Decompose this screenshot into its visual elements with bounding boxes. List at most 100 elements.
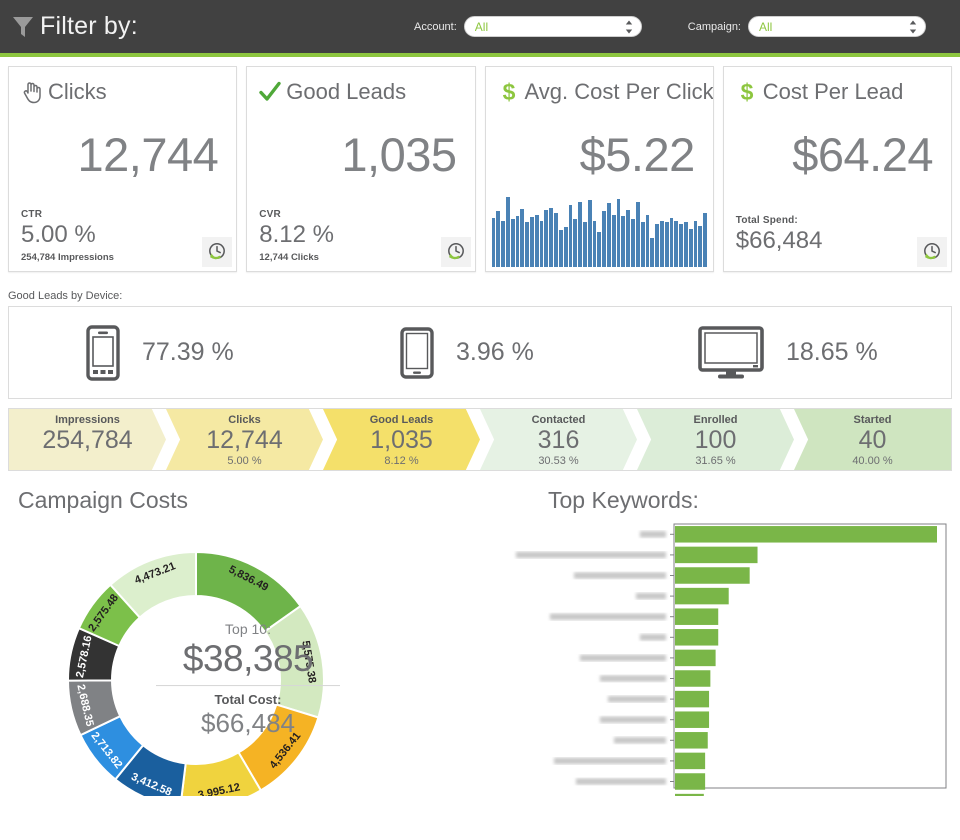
- sparkline-bar: [582, 222, 587, 267]
- keyword-label-redacted: [640, 634, 666, 641]
- keyword-bar[interactable]: [675, 690, 710, 708]
- sparkline-bar: [607, 203, 611, 267]
- funnel-step[interactable]: Contacted 316 30.53 %: [480, 409, 637, 470]
- kpi-card-good-leads[interactable]: Good Leads 1,035 CVR 8.12 % 12,744 Click…: [246, 66, 476, 272]
- funnel-step-value: 316: [537, 426, 580, 455]
- keyword-bar[interactable]: [675, 629, 719, 646]
- keyword-bar[interactable]: [675, 608, 719, 625]
- keyword-bar[interactable]: [675, 711, 710, 728]
- funnel-step-text: Clicks 12,744 5.00 %: [166, 414, 323, 468]
- sparkline-bar: [616, 198, 621, 267]
- sparkline-bar: [549, 208, 554, 267]
- top-keywords-panel: Top Keywords:: [488, 487, 960, 811]
- keyword-bar[interactable]: [675, 526, 937, 543]
- sparkline-bar: [501, 220, 505, 267]
- donut-total-cost-label: Total Cost:: [214, 691, 282, 707]
- sparkline-bar: [573, 219, 578, 267]
- funnel-step[interactable]: Started 40 40.00 %: [794, 409, 951, 470]
- kpi-card-clicks[interactable]: Clicks 12,744 CTR 5.00 % 254,784 Impress…: [8, 66, 238, 272]
- history-clock-button[interactable]: [440, 237, 471, 267]
- device-cell-tablet: 3.96 %: [323, 326, 637, 379]
- keyword-label-redacted: [600, 716, 666, 723]
- sparkline-bar: [703, 212, 708, 267]
- check-icon: [259, 81, 281, 101]
- kpi-sub-value: $66,484: [735, 227, 823, 255]
- sparkline-bar: [544, 209, 549, 267]
- funnel-step[interactable]: Clicks 12,744 5.00 %: [166, 409, 323, 470]
- keyword-label-redacted: [600, 675, 666, 682]
- campaign-filter-label: Campaign:: [687, 20, 741, 33]
- sparkline-bar: [510, 219, 515, 267]
- kpi-card-cost-per-lead[interactable]: $ Cost Per Lead $64.24 Total Spend: $66,…: [722, 66, 952, 272]
- keyword-bar[interactable]: [675, 567, 750, 584]
- device-cell-desktop: 18.65 %: [637, 325, 951, 380]
- sparkline-bar: [621, 216, 626, 267]
- campaign-select[interactable]: All: [748, 16, 926, 37]
- donut-top10-value: $38,385: [182, 638, 314, 680]
- kpi-header: $ Avg. Cost Per Click: [498, 75, 713, 109]
- keyword-bar[interactable]: [675, 773, 706, 790]
- sparkline-bar: [525, 222, 529, 267]
- sparkline-bar: [693, 220, 698, 267]
- funnel-step[interactable]: Good Leads 1,035 8.12 %: [323, 409, 480, 470]
- keyword-label-redacted: [576, 778, 666, 785]
- kpi-value: $64.24: [792, 128, 933, 181]
- sparkline-bar: [631, 219, 635, 267]
- account-select[interactable]: All: [463, 16, 642, 37]
- kpi-note: 12,744 Clicks: [259, 252, 319, 263]
- sparkline-bar: [578, 201, 582, 267]
- clock-refresh-icon: [924, 243, 940, 260]
- keyword-bar[interactable]: [675, 546, 758, 564]
- device-cell-mobile: 77.39 %: [9, 324, 323, 381]
- account-select-value: All: [474, 19, 489, 34]
- funnel-step[interactable]: Enrolled 100 31.65 %: [637, 409, 794, 470]
- kpi-footer: Total Spend: $66,484: [736, 215, 939, 255]
- kpi-card-avg-cost-per-click[interactable]: $ Avg. Cost Per Click $5.22: [484, 66, 714, 272]
- kpi-sub-label: CTR: [21, 209, 43, 221]
- keyword-bar[interactable]: [675, 793, 704, 811]
- device-panel: 77.39 % 3.96 % 18.65 %: [8, 306, 952, 399]
- account-filter-label: Account:: [413, 20, 457, 33]
- funnel-step-percent: 31.65 %: [695, 454, 736, 467]
- sparkline-bar: [611, 214, 616, 267]
- mobile-phone-icon: [86, 324, 120, 381]
- kpi-title: Avg. Cost Per Click: [524, 79, 714, 104]
- sparkline-bar: [539, 220, 544, 267]
- history-clock-button[interactable]: [202, 237, 233, 267]
- keyword-bar[interactable]: [675, 732, 708, 749]
- keyword-bar[interactable]: [675, 752, 706, 770]
- funnel-step-value: 254,784: [42, 426, 133, 455]
- sparkline-bar: [640, 222, 645, 267]
- funnel-step-label: Enrolled: [693, 414, 738, 426]
- chevron-updown-icon: [909, 20, 917, 33]
- keyword-bar[interactable]: [675, 670, 711, 687]
- campaign-filter-group: Campaign: All: [688, 16, 926, 37]
- funnel-step-percent: 40.00 %: [852, 454, 893, 467]
- funnel-step-percent: [9, 455, 166, 468]
- sparkline-bar: [491, 217, 496, 267]
- filter-bar: Filter by: Account: All Campaign: All: [0, 0, 960, 57]
- sparkline-bar: [602, 211, 606, 267]
- conversion-funnel-section: Impressions 254,784 Clicks 12,744 5.00 %…: [0, 399, 960, 471]
- funnel-step-label: Clicks: [228, 414, 261, 426]
- kpi-title: Cost Per Lead: [762, 79, 904, 104]
- funnel-step-value: 100: [694, 426, 737, 455]
- kpi-value: 12,744: [77, 128, 219, 181]
- clock-refresh-icon: [447, 243, 464, 260]
- sparkline-bar: [645, 214, 650, 267]
- kpi-sub-label: Total Spend:: [735, 215, 798, 227]
- funnel-step-text: Impressions 254,784: [9, 414, 166, 468]
- funnel-step-label: Good Leads: [369, 414, 434, 426]
- keyword-bar[interactable]: [675, 649, 716, 667]
- top-keywords-bar-chart[interactable]: [488, 516, 960, 811]
- donut-total-cost-value: $66,484: [201, 707, 295, 738]
- sparkline-bar: [515, 216, 520, 267]
- kpi-header: Good Leads: [259, 75, 462, 109]
- kpi-sub-value: 5.00 %: [21, 221, 96, 249]
- svg-text:$: $: [740, 80, 753, 104]
- funnel-step[interactable]: Impressions 254,784: [9, 409, 166, 470]
- keyword-bar[interactable]: [675, 587, 729, 605]
- keyword-label-redacted: [550, 613, 666, 620]
- sparkline-bar: [664, 222, 669, 267]
- history-clock-button[interactable]: [917, 237, 947, 267]
